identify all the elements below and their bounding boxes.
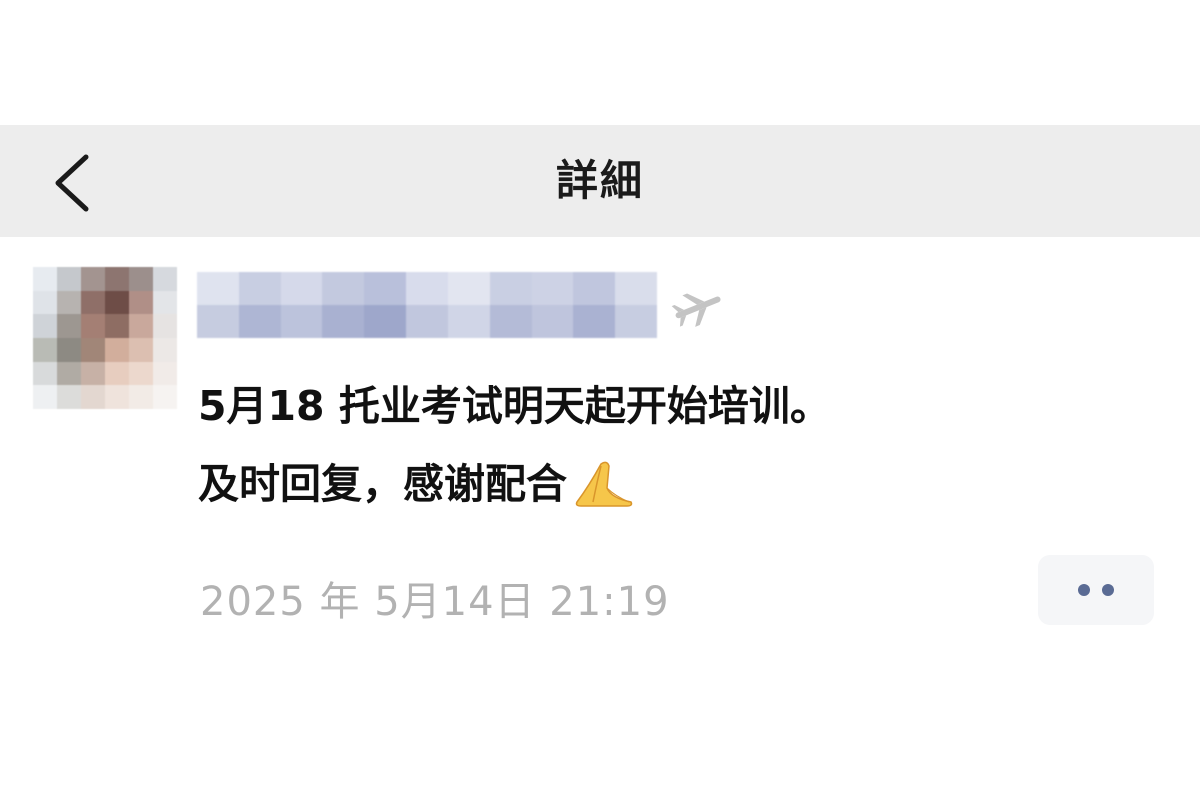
username-pixel [489, 272, 532, 305]
page-title: 詳細 [555, 156, 644, 205]
username-pixel [364, 272, 407, 305]
airplane-icon [671, 293, 721, 327]
avatar-pixel [57, 267, 81, 291]
avatar-pixel [129, 361, 153, 386]
avatar-pixel [105, 385, 129, 409]
avatar-pixel [33, 385, 57, 409]
avatar-pixel [153, 361, 177, 386]
avatar-pixel [105, 337, 129, 362]
two-dots-icon [1078, 584, 1090, 596]
avatar-pixel [33, 290, 57, 315]
avatar-pixel [129, 385, 153, 409]
avatar-pixel [129, 290, 153, 315]
username-pixel [615, 272, 657, 305]
username-pixel [447, 272, 490, 305]
post-line-2: 及时回复，感谢配合 [198, 445, 1128, 523]
avatar-pixel [81, 267, 105, 291]
avatar-pixel [153, 267, 177, 291]
avatar-pixel [81, 385, 105, 409]
avatar-pixel [153, 314, 177, 338]
avatar-pixel [81, 290, 105, 315]
username-pixel [531, 272, 574, 305]
username-pixel [406, 272, 448, 305]
avatar-pixel [57, 290, 81, 315]
avatar-pixel [105, 267, 129, 291]
avatar-pixel [105, 290, 129, 315]
username-pixel [531, 305, 574, 338]
username-pixel [197, 272, 239, 305]
avatar-pixel [57, 361, 81, 386]
status-area [0, 0, 1200, 125]
username-pixel [280, 305, 323, 338]
username-pixel [406, 305, 448, 338]
username-pixel [322, 272, 365, 305]
avatar-pixel [81, 314, 105, 338]
avatar-pixel [129, 267, 153, 291]
username-pixel [322, 305, 365, 338]
moment-post: 5月18 托业考试明天起开始培训。 及时回复，感谢配合 2025 年 5月14日… [0, 237, 1200, 800]
avatar-pixel [57, 314, 81, 338]
avatar-pixel [33, 267, 57, 291]
post-timestamp: 2025 年 5月14日 21:19 [200, 579, 670, 625]
folded-hands-emoji [575, 461, 633, 507]
username-pixel [447, 305, 490, 338]
avatar-pixel [81, 337, 105, 362]
username-pixel [573, 272, 616, 305]
avatar-pixel [33, 337, 57, 362]
avatar-pixel [129, 314, 153, 338]
avatar-pixel [105, 314, 129, 338]
avatar-pixel [33, 314, 57, 338]
two-dots-icon-dot [1102, 584, 1114, 596]
avatar-pixel [153, 290, 177, 315]
avatar-pixel [57, 337, 81, 362]
username-pixel [280, 272, 323, 305]
post-content: 5月18 托业考试明天起开始培训。 及时回复，感谢配合 [198, 367, 1128, 523]
avatar-pixel [129, 337, 153, 362]
username-pixel [364, 305, 407, 338]
username-pixel [489, 305, 532, 338]
avatar-pixel [57, 385, 81, 409]
username-pixel [238, 305, 281, 338]
username-pixel [615, 305, 657, 338]
username-pixel [573, 305, 616, 338]
post-line: 5月18 托业考试明天起开始培训。 [198, 382, 831, 430]
navigation-bar: 詳細 [0, 125, 1200, 237]
username-pixel [197, 305, 239, 338]
avatar-pixel [153, 385, 177, 409]
post-line-text: 及时回复，感谢配合 [198, 460, 567, 508]
username-pixel [238, 272, 281, 305]
avatar-pixel [105, 361, 129, 386]
avatar[interactable] [33, 267, 177, 409]
more-actions-button[interactable] [1038, 555, 1154, 625]
avatar-pixel [81, 361, 105, 386]
avatar-pixel [153, 337, 177, 362]
username-pixelated[interactable] [197, 272, 657, 338]
avatar-pixel [33, 361, 57, 386]
